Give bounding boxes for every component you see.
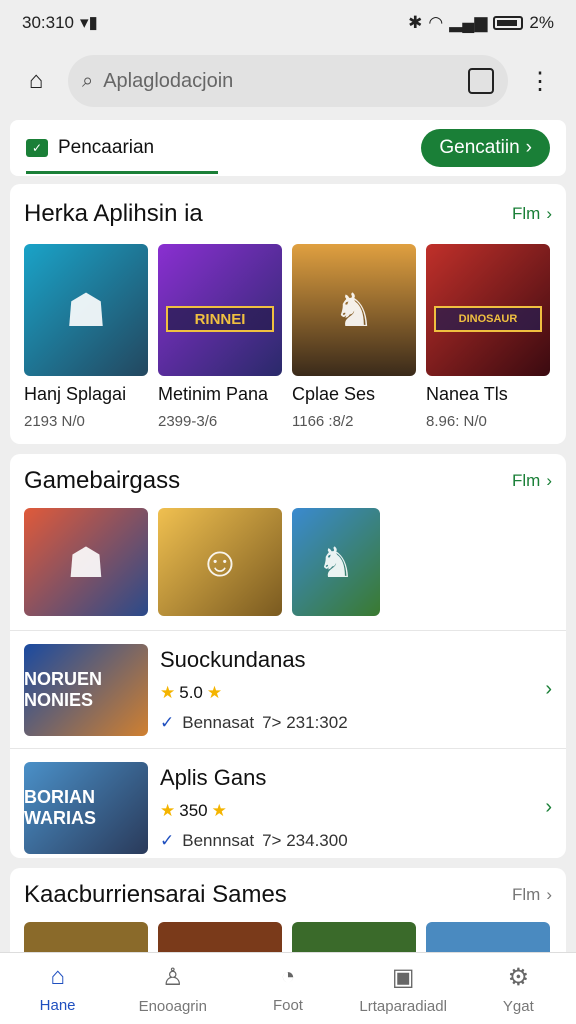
bottom-navigation: ⌂ Hane ♙ Enooagrin ◔ Foot ▣ Lrtaparadiad… — [0, 952, 576, 1024]
app-tile[interactable]: RINNEI Metinim Pana 2399-3/6 — [158, 244, 282, 430]
list-thumbnail: BORIAN WARIAS — [24, 761, 148, 854]
primary-action-label: Gencatiin — [439, 137, 520, 158]
chevron-right-icon: › — [546, 471, 552, 490]
star-icon: ★ — [211, 800, 227, 820]
app-tile[interactable]: ☗ Hanj Splagai 2193 N/0 — [24, 244, 148, 430]
rating: ★ 350 ★ — [160, 800, 227, 820]
tab-pencarian[interactable]: ✓ Pencaarian — [26, 120, 219, 176]
game-thumbnail[interactable] — [158, 922, 282, 952]
clock: 30:310 — [22, 13, 74, 32]
check-icon: ✓ — [160, 830, 175, 850]
game-thumbnail[interactable] — [292, 922, 416, 952]
primary-action-button[interactable]: Gencatiin › — [421, 129, 550, 167]
see-more-link[interactable]: Flm › — [512, 885, 552, 905]
section-games: Gamebairgass Flm › ☗ ☺ ♞ NORUEN NONIES Su… — [10, 454, 566, 858]
app-thumbnail: ☗ — [24, 244, 148, 376]
cell-signal-icon: ▂▄▆ — [449, 13, 488, 32]
nav-item-home[interactable]: ⌂ Hane — [3, 963, 113, 1014]
game-thumbnail[interactable]: ♞ — [292, 508, 380, 616]
list-item[interactable]: BORIAN WARIAS Aplis Gans ★ 350 ★ ✓ Bennnsat… — [10, 748, 566, 858]
app-count: 1166 :8/2 — [292, 413, 354, 430]
list-title: Suockundanas — [160, 646, 306, 672]
list-item[interactable]: NORUEN NONIES Suockundanas ★ 5.0 ★ ✓ Bennas… — [10, 630, 566, 748]
star-icon: ★ — [206, 682, 223, 702]
app-name: Cplae Ses — [292, 384, 376, 404]
games-row: ☗ ☺ ♞ — [10, 508, 566, 616]
battery-percent: 2% — [529, 13, 554, 32]
thumb-banner: DINOSAUR — [434, 306, 542, 332]
tab-label: Pencaarian — [58, 137, 155, 158]
game-thumbnail[interactable]: ☺ — [158, 508, 282, 616]
app-count: 2193 N/0 — [24, 413, 85, 430]
signal-icon: ▾▮ — [80, 13, 98, 32]
section-recommended-games: Kaacburriensarai Sames Flm › — [10, 868, 566, 952]
tab-badge-icon: ✓ — [26, 139, 48, 157]
app-thumbnail: ♞ — [292, 244, 416, 376]
nav-item-profile[interactable]: ♙ Enooagrin — [118, 963, 228, 1015]
nav-item-feed[interactable]: ◔ Foot — [233, 963, 343, 1014]
section-title: Kaacburriensarai Sames — [24, 881, 287, 908]
more-options-icon[interactable]: ⋮ — [520, 61, 560, 101]
app-name: Nanea Tls — [426, 384, 508, 404]
star-icon: ★ — [160, 682, 176, 702]
cowboy-art-icon: ♞ — [333, 284, 375, 336]
section-popular-apps: Herka Aplihsin ia Flm › ☗ Hanj Splagai 21… — [10, 184, 566, 444]
app-thumbnail: RINNEI — [158, 244, 282, 376]
soldier-art-icon: ☗ — [65, 284, 107, 336]
chevron-right-icon[interactable]: › — [545, 678, 552, 701]
chevron-right-icon[interactable]: › — [545, 796, 552, 819]
app-count: 2399-3/6 — [158, 413, 218, 430]
list-thumbnail: NORUEN NONIES — [24, 643, 148, 736]
wifi-icon: ◠ — [428, 13, 444, 32]
check-icon: ✓ — [160, 712, 175, 732]
nav-item-library[interactable]: ▣ Lrtaparadiadl — [348, 963, 458, 1015]
see-more-link[interactable]: Flm › — [512, 204, 552, 224]
section-title: Gamebairgass — [24, 467, 181, 494]
search-icon: ⌕ — [82, 69, 94, 92]
app-thumbnail: DINOSAUR — [426, 244, 550, 376]
app-count: 8.96: N/0 — [426, 413, 487, 430]
app-row: ☗ Hanj Splagai 2193 N/0 RINNEI Metinim P… — [10, 244, 566, 430]
chevron-right-icon: › — [546, 204, 552, 223]
battery-icon — [493, 16, 524, 30]
home-icon[interactable]: ⌂ — [16, 61, 56, 101]
game-thumbnail[interactable]: ☗ — [24, 508, 148, 616]
search-tab-bar: ✓ Pencaarian Gencatiin › — [10, 120, 566, 176]
list-meta: ✓ Bennnsat 7> 234.300 — [160, 830, 348, 850]
top-bar: ⌂ ⌕ Aplaglodacjoin ⋮ — [0, 50, 576, 112]
thumb-banner: RINNEI — [166, 306, 274, 332]
chevron-right-icon: › — [546, 885, 552, 904]
star-icon: ★ — [160, 800, 176, 820]
rating: ★ 5.0 ★ — [160, 682, 223, 702]
status-bar: 30:310 ▾▮ ✱ ◠ ▂▄▆ 2% — [0, 0, 576, 46]
nav-item-settings[interactable]: ⚙ Ygat — [463, 963, 573, 1015]
library-icon: ▣ — [391, 963, 415, 991]
bluetooth-icon: ✱ — [408, 13, 423, 32]
home-icon: ⌂ — [50, 963, 65, 990]
app-name: Hanj Splagai — [24, 384, 127, 404]
gear-icon: ⚙ — [507, 963, 530, 991]
app-name: Metinim Pana — [158, 384, 269, 404]
person-icon: ♙ — [162, 963, 184, 991]
chevron-right-icon: › — [525, 137, 532, 158]
see-more-link[interactable]: Flm › — [512, 471, 552, 491]
search-input[interactable]: ⌕ Aplaglodacjoin — [68, 55, 508, 107]
game-thumbnail[interactable] — [24, 922, 148, 952]
app-tile[interactable]: ♞ Cplae Ses 1166 :8/2 — [292, 244, 416, 430]
game-thumbnail[interactable] — [426, 922, 550, 952]
app-tile[interactable]: DINOSAUR Nanea Tls 8.96: N/0 — [426, 244, 550, 430]
list-meta: ✓ Bennasat 7> 231:302 — [160, 712, 348, 732]
section-title: Herka Aplihsin ia — [24, 200, 203, 227]
list-title: Aplis Gans — [160, 764, 267, 790]
timer-icon[interactable] — [468, 68, 494, 94]
notification-icon: ◔ — [280, 963, 296, 990]
search-placeholder: Aplaglodacjoin — [103, 69, 234, 92]
